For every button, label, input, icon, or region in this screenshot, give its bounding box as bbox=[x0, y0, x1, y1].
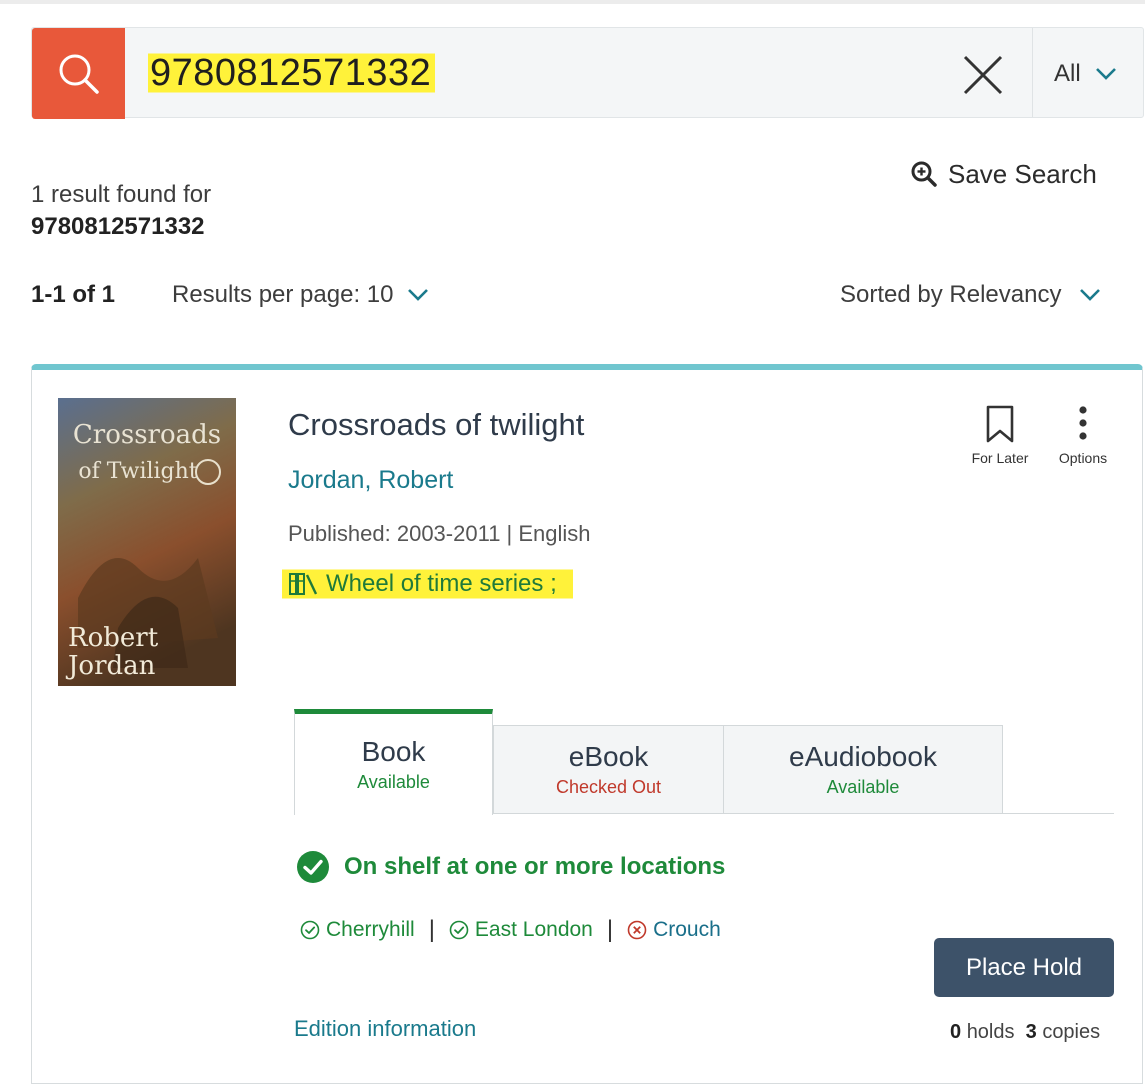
item-series-link[interactable]: Wheel of time series ; bbox=[282, 566, 573, 602]
search-icon bbox=[59, 54, 99, 94]
search-scope-label: All bbox=[1054, 60, 1081, 87]
copies-label: copies bbox=[1042, 1021, 1101, 1043]
tab-book[interactable]: Book Available bbox=[294, 709, 493, 815]
location-separator: | bbox=[606, 916, 614, 943]
save-search-label: Save Search bbox=[948, 158, 1097, 189]
options-label: Options bbox=[1058, 450, 1108, 466]
check-circle-icon bbox=[297, 851, 329, 883]
holds-label: holds bbox=[966, 1021, 1015, 1043]
chevron-down-icon bbox=[408, 289, 429, 301]
tab-eaudiobook-name: eAudiobook bbox=[789, 741, 937, 772]
format-tabs: Book Available eBook Checked Out eAudiob… bbox=[294, 709, 1114, 815]
result-card: Crossroads of Twilight Robert Jordan Cro… bbox=[31, 364, 1143, 1084]
clear-search-icon[interactable] bbox=[960, 52, 1006, 98]
search-divider bbox=[1032, 28, 1033, 117]
tab-book-status: Available bbox=[357, 772, 430, 792]
tab-book-name: Book bbox=[361, 736, 426, 767]
tab-eaudiobook-status: Available bbox=[826, 777, 900, 797]
zoom-plus-icon bbox=[911, 161, 937, 187]
x-circle-icon bbox=[627, 920, 647, 940]
options-button[interactable]: Options bbox=[1050, 404, 1116, 466]
results-per-page-select[interactable]: Results per page: 10 bbox=[172, 280, 429, 310]
bookmark-icon bbox=[986, 405, 1014, 443]
availability-label: On shelf at one or more locations bbox=[344, 853, 726, 880]
tab-ebook-status: Checked Out bbox=[555, 777, 662, 797]
item-series-label: Wheel of time series ; bbox=[326, 570, 557, 597]
location-name: Cherryhill bbox=[326, 918, 415, 941]
cover-author-line2: Jordan bbox=[65, 651, 156, 681]
search-scope-select[interactable]: All bbox=[1054, 56, 1117, 92]
check-circle-outline-icon bbox=[300, 920, 320, 940]
location-list: Cherryhill | East London | Crouch bbox=[300, 916, 721, 944]
edition-information-link[interactable]: Edition information bbox=[294, 1016, 476, 1042]
save-search-button[interactable]: Save Search bbox=[910, 156, 1097, 192]
location-item: East London bbox=[449, 918, 593, 942]
book-cover[interactable]: Crossroads of Twilight Robert Jordan bbox=[58, 398, 236, 686]
location-separator: | bbox=[428, 916, 435, 943]
location-name: East London bbox=[474, 918, 593, 941]
for-later-button[interactable]: For Later bbox=[962, 404, 1038, 466]
result-query: 9780812571332 bbox=[31, 213, 205, 240]
books-icon bbox=[289, 573, 318, 595]
tab-eaudiobook[interactable]: eAudiobook Available bbox=[723, 725, 1003, 814]
top-border bbox=[0, 0, 1145, 4]
result-count: 1 result found for bbox=[31, 181, 212, 208]
book-cover-image: Crossroads of Twilight Robert Jordan bbox=[58, 398, 236, 686]
tab-ebook[interactable]: eBook Checked Out bbox=[493, 725, 724, 814]
check-circle-outline-icon bbox=[449, 920, 469, 940]
item-title[interactable]: Crossroads of twilight bbox=[288, 407, 584, 443]
availability-status: On shelf at one or more locations bbox=[296, 850, 725, 884]
holds-copies: 0 holds 3 copies bbox=[950, 1021, 1100, 1044]
sort-select[interactable]: Sorted by Relevancy bbox=[840, 280, 1101, 310]
cover-title-line1: Crossroads bbox=[73, 420, 221, 450]
results-per-page-label: Results per page: 10 bbox=[172, 281, 394, 308]
chevron-down-icon bbox=[1080, 289, 1101, 301]
results-range: 1-1 of 1 bbox=[31, 281, 116, 308]
sort-label: Sorted by Relevancy bbox=[840, 281, 1062, 308]
tab-ebook-name: eBook bbox=[568, 741, 649, 772]
chevron-down-icon bbox=[1095, 68, 1116, 80]
location-item: Crouch bbox=[627, 918, 721, 942]
search-button[interactable] bbox=[32, 28, 125, 119]
holds-count: 0 bbox=[950, 1021, 962, 1043]
search-input[interactable]: 9780812571332 bbox=[148, 50, 436, 96]
place-hold-button[interactable]: Place Hold bbox=[934, 938, 1114, 997]
copies-count: 3 bbox=[1025, 1021, 1037, 1043]
item-published: Published: 2003-2011 | English bbox=[288, 521, 591, 546]
more-vertical-icon bbox=[1079, 406, 1087, 440]
cover-author-line1: Robert bbox=[68, 623, 159, 653]
for-later-label: For Later bbox=[971, 450, 1029, 466]
item-author[interactable]: Jordan, Robert bbox=[288, 466, 453, 495]
location-name: Crouch bbox=[653, 918, 721, 941]
cover-title-line2: of Twilight bbox=[78, 459, 197, 484]
search-bar: 9780812571332 All bbox=[31, 27, 1144, 119]
location-item: Cherryhill bbox=[300, 918, 415, 942]
